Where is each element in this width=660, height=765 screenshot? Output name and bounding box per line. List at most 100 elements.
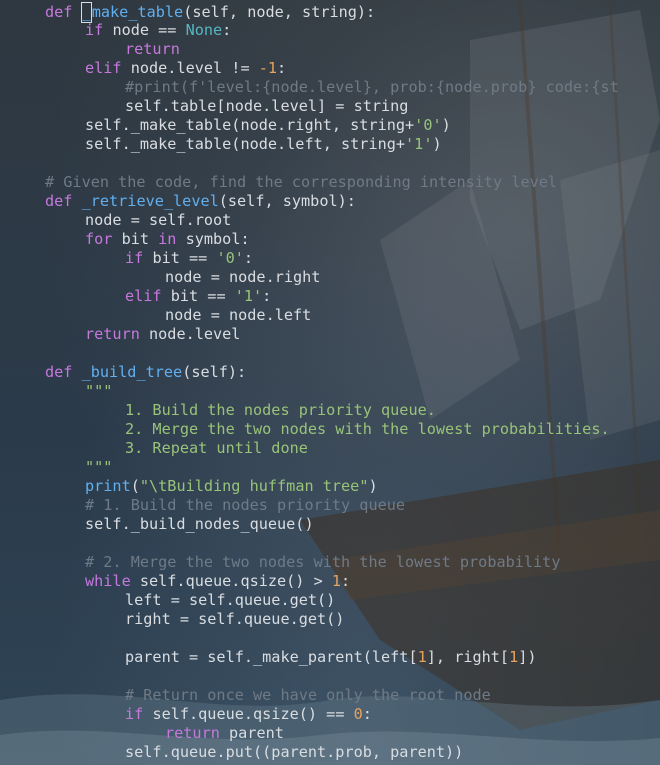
- code-line[interactable]: 2. Merge the two nodes with the lowest p…: [125, 420, 610, 439]
- code-token: node = node.left: [165, 306, 312, 324]
- code-token: bit ==: [161, 287, 235, 305]
- code-line[interactable]: # Given the code, find the corresponding…: [45, 173, 557, 192]
- code-token: left = self.queue.get(): [125, 591, 336, 609]
- code-line[interactable]: # 1. Build the nodes priority queue: [85, 496, 405, 515]
- code-token: make_table: [91, 3, 184, 21]
- code-token: :: [362, 705, 372, 723]
- code-token: self.queue.qsize() ==: [143, 705, 354, 723]
- code-token: if: [85, 21, 104, 39]
- code-token: (self, symbol):: [218, 192, 356, 210]
- code-line[interactable]: print("\tBuilding huffman tree"): [85, 477, 378, 496]
- code-token: for: [85, 230, 113, 248]
- code-token: (self):: [182, 363, 247, 381]
- code-token: # Return once we have only the root node: [125, 686, 491, 704]
- code-line[interactable]: 1. Build the nodes priority queue.: [125, 401, 436, 420]
- code-token: # Given the code, find the corresponding…: [45, 173, 558, 191]
- code-token: self.table[node.level] = string: [125, 97, 409, 115]
- code-line[interactable]: self.queue.put((parent.prob, parent)): [125, 743, 463, 762]
- code-token: while: [85, 572, 131, 590]
- code-token: parent: [219, 724, 284, 742]
- code-line[interactable]: node = node.left: [165, 306, 311, 325]
- code-token: bit: [112, 230, 159, 248]
- code-token: ): [432, 135, 442, 153]
- code-line[interactable]: elif bit == '1':: [125, 287, 271, 306]
- code-line[interactable]: for bit in symbol:: [85, 230, 250, 249]
- code-line[interactable]: if node == None:: [85, 21, 231, 40]
- code-token: '0': [414, 116, 442, 134]
- code-line[interactable]: parent = self._make_parent(left[1], righ…: [125, 648, 537, 667]
- code-line[interactable]: right = self.queue.get(): [125, 610, 344, 629]
- code-token: bit ==: [143, 249, 217, 267]
- code-token: 1. Build the nodes priority queue.: [125, 401, 436, 419]
- code-token: # 2. Merge the two nodes with the lowest…: [85, 553, 561, 571]
- code-token: node.level: [139, 325, 241, 343]
- code-line[interactable]: left = self.queue.get(): [125, 591, 335, 610]
- code-token: :: [277, 59, 287, 77]
- code-token: 1: [509, 648, 519, 666]
- code-line[interactable]: self.table[node.level] = string: [125, 97, 408, 116]
- code-token: print: [85, 477, 131, 495]
- code-token: parent = self._make_parent(left[: [125, 648, 418, 666]
- code-editor[interactable]: def _make_table(self, node, string): if n…: [0, 0, 660, 765]
- code-token: 3. Repeat until done: [125, 439, 308, 457]
- code-line[interactable]: # 2. Merge the two nodes with the lowest…: [85, 553, 560, 572]
- code-line[interactable]: node = self.root: [85, 211, 231, 230]
- code-token: :: [341, 572, 351, 590]
- code-line[interactable]: """: [85, 458, 112, 477]
- code-token: right = self.queue.get(): [125, 610, 345, 628]
- code-token: _retrieve_level: [81, 192, 219, 210]
- code-line[interactable]: # Return once we have only the root node: [125, 686, 491, 705]
- code-token: self._make_table(node.left, string+: [85, 135, 406, 153]
- code-line[interactable]: #print(f'level:{node.level}, prob:{node.…: [125, 78, 619, 97]
- code-token: if: [125, 249, 144, 267]
- code-token: 2. Merge the two nodes with the lowest p…: [125, 420, 610, 438]
- code-line[interactable]: return: [125, 40, 180, 59]
- code-line[interactable]: return node.level: [85, 325, 240, 344]
- code-token: symbol:: [176, 230, 250, 248]
- code-token: node = self.root: [85, 211, 232, 229]
- code-token: def: [45, 3, 73, 21]
- code-line[interactable]: def _build_tree(self):: [45, 363, 246, 382]
- code-line[interactable]: if bit == '0':: [125, 249, 253, 268]
- code-token: -1: [258, 59, 278, 77]
- code-line[interactable]: if self.queue.qsize() == 0:: [125, 705, 372, 724]
- code-token: elif: [85, 59, 122, 77]
- code-line[interactable]: def _retrieve_level(self, symbol):: [45, 192, 356, 211]
- code-line[interactable]: elif node.level != -1:: [85, 59, 286, 78]
- code-token: def: [45, 192, 73, 210]
- code-token: '1': [234, 287, 263, 305]
- code-token: """: [85, 382, 113, 400]
- code-lines[interactable]: def _make_table(self, node, string): if n…: [0, 0, 660, 765]
- code-token: _build_tree: [81, 363, 183, 381]
- code-token: 1: [417, 648, 427, 666]
- code-token: # 1. Build the nodes priority queue: [85, 496, 406, 514]
- code-token: self.queue.put((parent.prob, parent)): [125, 743, 464, 761]
- code-token: 1: [331, 572, 342, 590]
- code-token: 0: [353, 705, 363, 723]
- code-token: node.level !=: [121, 59, 259, 77]
- code-token: :: [222, 21, 232, 39]
- code-line[interactable]: self._make_table(node.right, string+'0'): [85, 116, 451, 135]
- code-token: self.queue.qsize() >: [130, 572, 332, 590]
- code-line[interactable]: return parent: [165, 724, 284, 743]
- code-token: (: [130, 477, 140, 495]
- code-token: ]): [518, 648, 537, 666]
- code-line[interactable]: 3. Repeat until done: [125, 439, 308, 458]
- code-line[interactable]: def _make_table(self, node, string):: [45, 2, 376, 23]
- code-token: #print(f'level:{node.level}, prob:{node.…: [125, 78, 619, 96]
- code-token: def: [45, 363, 73, 381]
- code-token: ], right[: [426, 648, 510, 666]
- code-token: ): [441, 116, 451, 134]
- code-line[interactable]: self._build_nodes_queue(): [85, 515, 314, 534]
- code-token: if: [125, 705, 144, 723]
- code-token: None: [185, 21, 223, 39]
- code-line[interactable]: node = node.right: [165, 268, 320, 287]
- code-line[interactable]: """: [85, 382, 112, 401]
- code-line[interactable]: while self.queue.qsize() > 1:: [85, 572, 350, 591]
- code-token: return: [85, 325, 140, 343]
- code-token: :: [243, 249, 254, 267]
- code-line[interactable]: self._make_table(node.left, string+'1'): [85, 135, 442, 154]
- code-token: (self, node, string):: [183, 3, 376, 21]
